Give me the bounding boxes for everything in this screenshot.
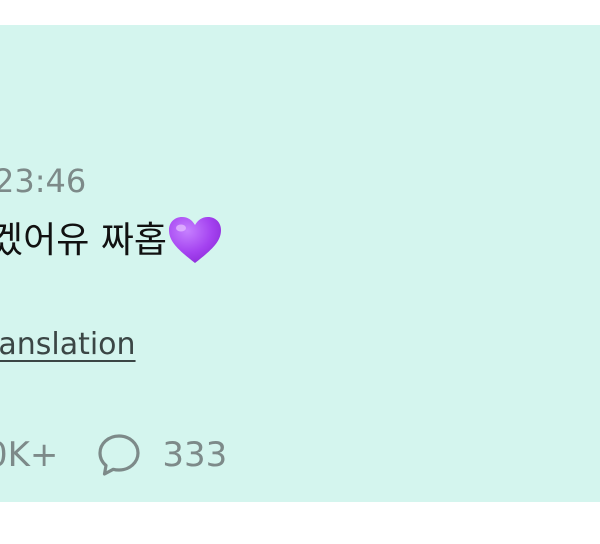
purple-heart-icon [169,217,222,263]
speech-bubble-icon [98,434,141,476]
post-timestamp: 23:46 [0,165,86,197]
comment-count: 333 [162,435,228,475]
message-text: 겠어유 짜홉 [0,220,168,261]
timestamp-text: 23:46 [0,162,87,200]
post-message: 겠어유 짜홉 [0,215,223,267]
post-stats: 0K+ 333 [0,432,227,478]
post-card: 23:46 겠어유 짜홉 ranslation 0K+ 333 [0,25,600,502]
see-translation-link[interactable]: ranslation [0,330,136,360]
like-count[interactable]: 0K+ [0,438,58,472]
comment-button[interactable]: 333 [96,432,227,478]
